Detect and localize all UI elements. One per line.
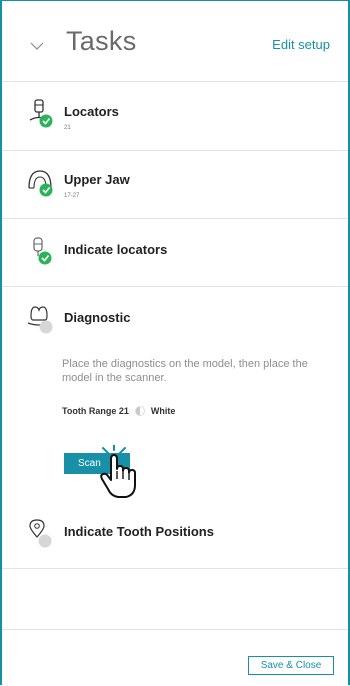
panel-header: Tasks Edit setup [2,0,348,82]
chevron-down-icon[interactable] [30,38,44,56]
task-locators[interactable]: Locators 21 [2,82,348,151]
check-badge-icon [39,114,53,128]
tooth-range-label: Tooth Range 21 [62,406,129,416]
task-name: Upper Jaw [64,172,130,187]
task-indicate-tooth-positions[interactable]: Indicate Tooth Positions [2,498,348,569]
check-badge-icon [39,183,53,197]
upper-jaw-icon [26,168,54,203]
locator-icon [26,98,54,133]
hand-cursor-icon [94,444,144,506]
edit-setup-link[interactable]: Edit setup [272,37,330,52]
check-badge-icon [38,251,52,265]
shade-label: White [150,406,176,416]
tooth-range-info: Tooth Range 21 White [62,406,175,416]
task-name: Indicate Tooth Positions [64,524,214,539]
task-diagnostic[interactable]: Diagnostic [2,286,348,498]
diagnostic-icon [26,304,54,339]
pending-badge-icon [39,320,53,334]
pending-badge-icon [38,534,52,548]
task-subtitle: 17-27 [64,193,80,199]
task-name: Indicate locators [64,242,168,257]
locator-indicate-icon [26,236,54,271]
task-indicate-locators[interactable]: Indicate locators [2,218,348,287]
location-pin-icon [26,518,54,553]
task-upper-jaw[interactable]: Upper Jaw 17-27 [2,150,348,219]
task-description: Place the diagnostics on the model, then… [62,358,308,384]
task-name: Diagnostic [64,310,131,325]
task-subtitle: 21 [64,125,71,131]
panel-title: Tasks [66,26,137,56]
shade-swatch-icon [134,406,145,416]
save-and-close-button[interactable]: Save & Close [248,656,334,675]
task-name: Locators [64,104,119,119]
